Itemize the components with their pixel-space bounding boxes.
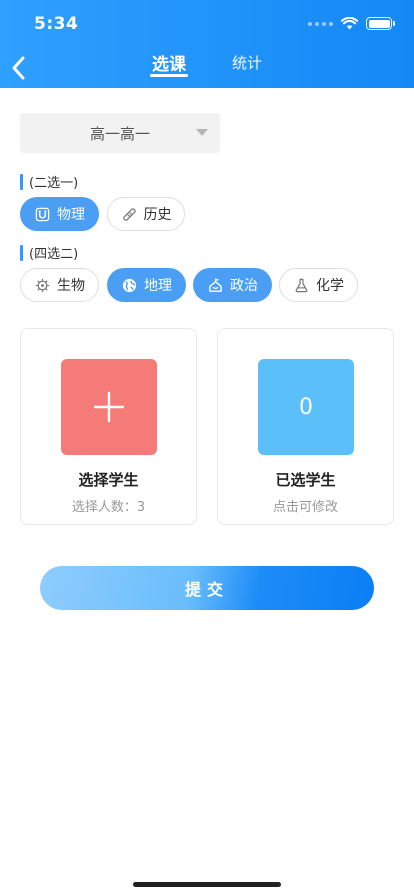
select-students-card[interactable]: 选择学生 选择人数：3 [20,328,197,525]
chip-geography[interactable]: 地理 [107,268,186,302]
chip-chemistry[interactable]: 化学 [279,268,358,302]
status-icons [308,17,395,30]
scroll-icon [122,207,136,221]
submit-button[interactable]: 提交 [40,566,374,610]
selected-students-card[interactable]: 0 已选学生 点击可修改 [217,328,394,525]
add-students-tile[interactable] [61,359,157,455]
wifi-icon [341,17,358,30]
government-icon [209,277,222,292]
status-time: 5:34 [34,14,79,34]
chip-physics[interactable]: 物理 [20,197,99,231]
active-tab-indicator [150,74,188,77]
section-label-choose-two: (四选二) [20,243,78,262]
plus-icon [93,391,125,423]
home-indicator [133,882,281,887]
chip-politics[interactable]: 政治 [193,268,272,302]
tab-statistics[interactable]: 统计 [232,52,262,73]
edit-hint-text: 点击可修改 [272,500,338,515]
tab-select-course[interactable]: 选课 [152,50,186,75]
signal-icon [308,21,333,26]
select-students-title: 选择学生 [78,471,139,489]
battery-icon [366,17,395,30]
chip-history[interactable]: 历史 [107,197,185,231]
magnet-icon [35,207,50,221]
globe-icon [122,278,137,292]
class-dropdown-value: 高一高一 [89,124,150,143]
select-count-text: 选择人数：3 [71,500,146,515]
section-label-choose-one: (二选一) [20,172,78,191]
chip-biology[interactable]: 生物 [20,268,99,302]
back-arrow-icon[interactable] [8,52,30,84]
caret-down-icon [196,129,208,136]
virus-icon [35,278,50,292]
selected-students-title: 已选学生 [275,471,336,489]
app-header: 5:34 选课 统计 [0,0,414,88]
flask-icon [295,278,308,292]
class-dropdown[interactable]: 高一高一 [20,113,220,153]
selected-count-tile[interactable]: 0 [258,359,354,455]
